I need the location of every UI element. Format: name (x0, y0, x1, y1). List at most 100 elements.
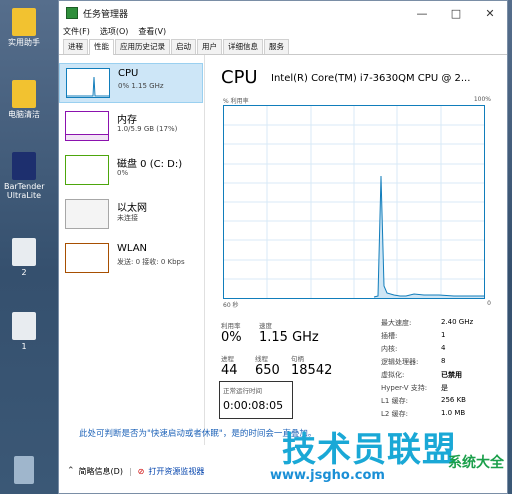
speed-label: 速度 (259, 322, 272, 330)
detail-value: 1 (441, 331, 446, 339)
sidebar-item-sub: 0% 1.15 GHz (118, 82, 164, 90)
tab-bar: 进程 性能 应用历史记录 启动 用户 详细信息 服务 (59, 39, 507, 55)
detail-key: 逻辑处理器: (381, 358, 419, 366)
sidebar-item-name: 以太网 (117, 203, 147, 214)
detail-key: L1 缓存: (381, 397, 408, 405)
sidebar-item-name: WLAN (117, 243, 148, 254)
sidebar-item-cpu[interactable]: CPU 0% 1.15 GHz (59, 63, 203, 103)
cpu-usage-graph (223, 105, 485, 299)
desktop-icon-label: 2 (21, 268, 27, 277)
detail-key: 内核: (381, 345, 398, 353)
detail-value: 已禁用 (441, 371, 462, 379)
sidebar-item-sub: 发送: 0 接收: 0 Kbps (117, 258, 185, 266)
sidebar-item-sub: 未连接 (117, 214, 138, 222)
disk-thumbnail (65, 155, 109, 185)
detail-value: 8 (441, 357, 446, 365)
graph-x-right: 0 (487, 300, 491, 307)
menu-file[interactable]: 文件(F) (63, 25, 90, 39)
tab-details[interactable]: 详细信息 (223, 39, 263, 54)
memory-thumbnail (65, 111, 109, 141)
desktop-icon-4[interactable]: 1 (4, 312, 44, 351)
menu-options[interactable]: 选项(O) (100, 25, 129, 39)
menu-bar: 文件(F) 选项(O) 查看(V) (59, 25, 507, 39)
processes-label: 进程 (221, 355, 234, 363)
detail-value: 4 (441, 344, 446, 352)
handles-label: 句柄 (291, 355, 304, 363)
cpu-graph-svg (224, 106, 484, 298)
recycle-bin-icon (14, 456, 34, 484)
watermark-logo: 技术员联盟 (282, 430, 457, 470)
speed-value: 1.15 GHz (259, 330, 319, 345)
chevron-up-icon[interactable]: ⌃ (67, 466, 75, 476)
close-button[interactable]: ✕ (473, 1, 507, 25)
graph-x-left: 60 秒 (223, 302, 239, 309)
document-icon (12, 238, 36, 266)
desktop-icon-1[interactable]: 实用助手 (4, 8, 44, 47)
folder-icon (12, 80, 36, 108)
ethernet-thumbnail (65, 199, 109, 229)
tab-app-history[interactable]: 应用历史记录 (115, 39, 170, 54)
desktop-icon-label: 实用助手 (8, 38, 40, 47)
document-icon (12, 312, 36, 340)
minimize-button[interactable]: — (405, 1, 439, 25)
maximize-button[interactable]: □ (439, 1, 473, 25)
watermark-url: www.jsgho.com (270, 468, 385, 483)
performance-sidebar: CPU 0% 1.15 GHz 内存 1.0/5.9 GB (17%) 磁盘 0… (59, 55, 205, 445)
cpu-thumbnail (66, 68, 110, 98)
recycle-bin[interactable] (4, 456, 44, 486)
sidebar-item-name: 内存 (117, 115, 137, 126)
desktop-icon-2[interactable]: 电脑清洁 (4, 80, 44, 119)
cpu-heading: CPU (221, 67, 258, 88)
sidebar-item-memory[interactable]: 内存 1.0/5.9 GB (17%) (59, 107, 203, 147)
task-manager-window: 任务管理器 — □ ✕ 文件(F) 选项(O) 查看(V) 进程 性能 应用历史… (58, 0, 508, 494)
resource-monitor-icon: ⊘ (137, 466, 145, 476)
detail-value: 256 KB (441, 396, 466, 404)
graph-y-label: % 利用率 (223, 98, 249, 105)
threads-value: 650 (255, 363, 280, 378)
detail-key: Hyper-V 支持: (381, 384, 428, 392)
tab-performance[interactable]: 性能 (89, 39, 114, 55)
desktop-icon-label: BarTender UltraLite (4, 182, 45, 200)
threads-label: 线程 (255, 355, 268, 363)
detail-value: 2.40 GHz (441, 318, 474, 326)
task-manager-icon (66, 7, 78, 19)
sidebar-item-sub: 0% (117, 169, 129, 177)
menu-view[interactable]: 查看(V) (138, 25, 166, 39)
utilization-label: 利用率 (221, 322, 241, 330)
cpu-panel: CPU Intel(R) Core(TM) i7-3630QM CPU @ 2.… (209, 55, 505, 445)
sidebar-item-sub: 1.0/5.9 GB (17%) (117, 125, 178, 133)
sidebar-item-name: CPU (118, 68, 139, 79)
sidebar-item-name: 磁盘 0 (C: D:) (117, 159, 183, 170)
fewer-details-link[interactable]: 简略信息(D) (79, 466, 123, 477)
desktop-icon-label: 电脑清洁 (8, 110, 40, 119)
detail-value: 是 (441, 384, 448, 392)
uptime-value: 0:00:08:05 (223, 399, 284, 412)
desktop-icon-3[interactable]: 2 (4, 238, 44, 277)
desktop-icon-label: 1 (21, 342, 27, 351)
tab-services[interactable]: 服务 (264, 39, 289, 54)
handles-value: 18542 (291, 363, 333, 378)
barcode-icon (12, 152, 36, 180)
utilization-value: 0% (221, 330, 242, 345)
detail-key: 最大速度: (381, 319, 412, 327)
memory-fill (66, 134, 108, 140)
detail-key: 虚拟化: (381, 371, 405, 379)
open-resource-monitor-link[interactable]: 打开资源监视器 (148, 466, 204, 477)
tab-startup[interactable]: 启动 (171, 39, 196, 54)
wlan-thumbnail (65, 243, 109, 273)
uptime-box: 正常运行时间 0:00:08:05 (219, 381, 293, 419)
graph-y-max: 100% (473, 96, 491, 103)
detail-key: 插槽: (381, 332, 398, 340)
tab-processes[interactable]: 进程 (63, 39, 88, 54)
sidebar-item-wlan[interactable]: WLAN 发送: 0 接收: 0 Kbps (59, 239, 203, 279)
desktop-icon-bartender[interactable]: BarTender UltraLite (4, 152, 45, 200)
title-bar[interactable]: 任务管理器 — □ ✕ (59, 1, 507, 25)
folder-icon (12, 8, 36, 36)
processes-value: 44 (221, 363, 238, 378)
cpu-model: Intel(R) Core(TM) i7-3630QM CPU @ 2... (271, 73, 471, 84)
window-title: 任务管理器 (83, 9, 129, 20)
tab-users[interactable]: 用户 (197, 39, 222, 54)
watermark-side: 系统大全 (448, 455, 504, 471)
sidebar-item-disk[interactable]: 磁盘 0 (C: D:) 0% (59, 151, 203, 191)
sidebar-item-ethernet[interactable]: 以太网 未连接 (59, 195, 203, 235)
